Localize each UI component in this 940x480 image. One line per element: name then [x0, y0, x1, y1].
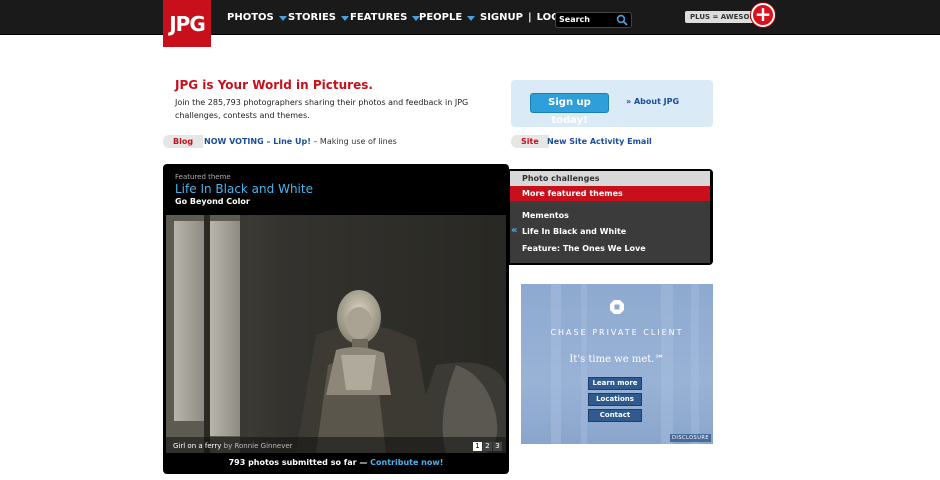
search-icon[interactable] — [616, 14, 628, 26]
featured-title-link[interactable]: Life In Black and White — [175, 182, 313, 196]
blog-link-suffix: – Making use of lines — [310, 137, 397, 146]
page-headline: JPG is Your World in Pictures. — [175, 78, 373, 92]
intro-text: Join the 285,793 photographers sharing t… — [175, 98, 469, 120]
nav-people[interactable]: PEOPLE — [419, 0, 476, 35]
photo-title-link[interactable]: Girl on a ferry — [173, 442, 221, 450]
chevron-down-icon — [467, 15, 476, 21]
pager-page-3[interactable]: 3 — [493, 442, 502, 451]
ad-contact-button[interactable]: Contact — [588, 409, 642, 422]
search-input[interactable]: Search — [555, 12, 632, 28]
featured-photo[interactable] — [166, 215, 506, 453]
chase-logo-icon — [610, 300, 624, 314]
submission-count-text: 793 photos submitted so far — — [228, 458, 371, 467]
ad-brand: CHASE PRIVATE CLIENT — [550, 328, 684, 337]
search-placeholder: Search — [559, 15, 590, 24]
theme-item-life-in-black-and-white[interactable]: Life In Black and White — [522, 227, 626, 236]
pager-page-2[interactable]: 2 — [483, 442, 492, 451]
site-ticker: New Site Activity Email — [547, 135, 652, 148]
submission-count: 793 photos submitted so far — Contribute… — [163, 458, 509, 467]
account-separator: | — [527, 12, 532, 23]
signup-link[interactable]: SIGNUP — [480, 12, 523, 23]
ad-locations-button[interactable]: Locations — [588, 393, 642, 406]
ad-disclosure-link[interactable]: DISCLOSURE — [670, 434, 711, 442]
signup-button[interactable]: Sign up today! — [530, 93, 609, 126]
photo-caption: Girl on a ferry by Ronnie Ginnever — [173, 442, 293, 450]
blog-link[interactable]: NOW VOTING – Line Up! — [204, 137, 311, 146]
ad-tagline: It's time we met.℠ — [569, 354, 665, 365]
featured-theme-panel: Featured theme Life In Black and White G… — [163, 164, 509, 474]
tab-more-featured-themes[interactable]: More featured themes — [510, 186, 710, 201]
featured-photo-image — [166, 215, 506, 453]
nav-people-label: PEOPLE — [419, 12, 463, 23]
chevron-down-icon — [340, 15, 349, 21]
ad-learn-more-button[interactable]: Learn more — [588, 377, 642, 390]
theme-item-the-ones-we-love[interactable]: Feature: The Ones We Love — [522, 244, 646, 253]
nav-features-label: FEATURES — [350, 12, 408, 23]
blog-ticker: NOW VOTING – Line Up! – Making use of li… — [204, 135, 397, 148]
chevron-down-icon — [278, 15, 287, 21]
jpg-logo[interactable]: JPG — [163, 0, 211, 47]
site-link[interactable]: New Site Activity Email — [547, 137, 652, 146]
themes-list: Photo challenges More featured themes Me… — [510, 171, 710, 263]
signup-panel: Sign up today! » About JPG — [511, 80, 713, 127]
about-jpg-link[interactable]: » About JPG — [626, 97, 679, 106]
site-label: Site — [511, 135, 549, 148]
featured-kicker: Featured theme — [175, 173, 231, 181]
themes-panel: Photo challenges More featured themes Me… — [508, 169, 713, 265]
theme-item-mementos[interactable]: Mementos — [522, 211, 569, 220]
featured-subtitle: Go Beyond Color — [175, 197, 250, 206]
plus-icon[interactable]: + — [751, 3, 775, 27]
photo-pager: 1 2 3 — [473, 442, 502, 451]
chase-advertisement[interactable]: CHASE PRIVATE CLIENT It's time we met.℠ … — [521, 284, 713, 444]
contribute-link[interactable]: Contribute now! — [370, 458, 443, 467]
pager-page-1[interactable]: 1 — [473, 442, 482, 451]
double-chevron-left-icon: « — [511, 225, 518, 236]
top-navigation-bar: PHOTOS STORIES FEATURES PEOPLE SIGNUP | … — [0, 0, 940, 35]
tab-photo-challenges[interactable]: Photo challenges — [510, 171, 710, 186]
nav-stories-label: STORIES — [288, 12, 336, 23]
photo-author[interactable]: by Ronnie Ginnever — [221, 442, 293, 450]
nav-features[interactable]: FEATURES — [350, 0, 421, 35]
nav-stories[interactable]: STORIES — [288, 0, 349, 35]
nav-photos[interactable]: PHOTOS — [227, 0, 287, 35]
blog-label: Blog — [163, 135, 204, 148]
nav-photos-label: PHOTOS — [227, 12, 274, 23]
